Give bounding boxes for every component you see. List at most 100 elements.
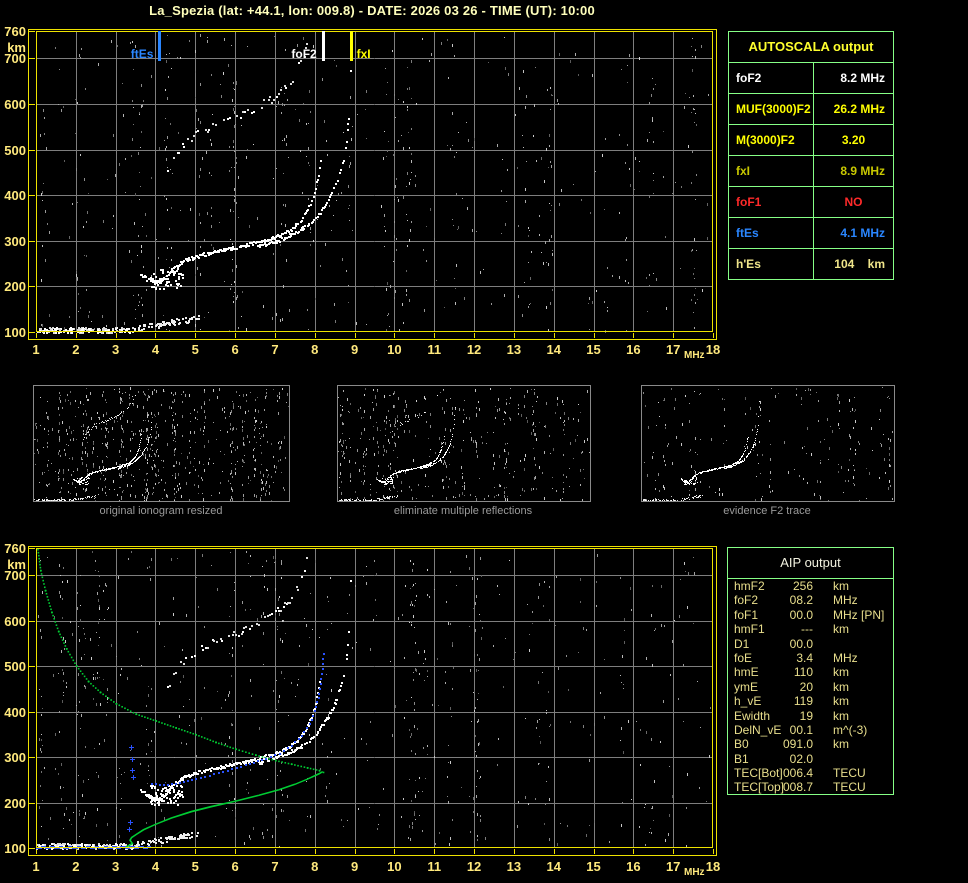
x-tick-label: 11 [427,859,442,874]
aip-row: foE 3.4 MHz [728,651,893,665]
x-tick-label: 8 [311,859,319,874]
aip-v: 00.1 [789,722,813,737]
aip-row: hmE 110 km [728,665,893,679]
aip-row: hmF1 --- km [728,622,893,636]
y-tick-label: 600 [4,613,26,629]
aip-u: km [833,737,849,752]
x-tick-label: 16 [626,859,641,874]
autoscala-param-value: 8.2 MHz [840,71,885,85]
autoscala-param-label: M(3000)F2 [729,125,814,155]
top-ionogram-canvas [28,27,718,345]
aip-v: 3.4 [796,650,813,665]
x-tick-label: 9 [350,342,359,357]
aip-v: 19 [799,708,813,723]
x-tick-label: 1 [32,859,40,874]
aip-v: --- [801,622,813,637]
aip-l: ymE [734,679,758,694]
x-tick-label: 2 [72,342,80,357]
aip-l: B1 [734,751,749,766]
x-tick-label: 10 [387,859,402,874]
x-tick-label: 14 [546,342,561,357]
aip-u: km [833,694,849,709]
aip-v: 119 [793,694,813,709]
autoscala-window: La_Spezia (lat: +44.1, lon: 009.8) - DAT… [0,0,968,883]
aip-u: km [833,708,849,723]
aip-l: hmE [734,665,759,680]
aip-row: h_vE 119 km [728,694,893,708]
autoscala-param-value: 104 km [834,257,885,271]
y-tick-label: 200 [4,795,26,811]
thumbnail-original-ionogram [33,385,290,502]
x-tick-label: 10 [387,342,402,357]
x-tick-label: 18 [705,342,721,357]
y-tick-label: 600 [4,96,26,112]
autoscala-row: fxI 8.9 MHz [729,155,893,186]
x-tick-label: 2 [72,859,80,874]
x-tick-label: 5 [191,859,199,874]
aip-row: ymE 20 km [728,680,893,694]
x-tick-label: 17 [665,859,681,874]
aip-u: MHz [833,607,858,622]
aip-row: foF1 00.0 MHz [PN] [728,608,893,622]
autoscala-param-label: foF2 [729,63,814,93]
autoscala-table-title: AUTOSCALA output [748,39,874,54]
x-axis-unit-label: MHz [684,350,705,361]
x-tick-label: 3 [112,342,120,357]
x-tick-label: 13 [506,342,522,357]
aip-v: 00.0 [789,636,813,651]
x-tick-label: 11 [427,342,442,357]
x-tick-label: 6 [231,342,239,357]
x-tick-label: 18 [705,859,721,874]
x-tick-label: 15 [586,859,601,874]
autoscala-param-value: 4.1 MHz [840,226,885,240]
thumbnail-canvas [642,386,894,501]
thumbnail-caption: eliminate multiple reflections [393,505,533,517]
autoscala-row: foF1 NO [729,186,893,217]
autoscala-row: h'Es 104 km [729,248,893,279]
aip-l: hmF1 [734,622,765,637]
x-tick-label: 16 [626,342,641,357]
aip-n: [PN] [861,607,885,622]
thumbnail-caption: original ionogram resized [99,505,223,517]
aip-table-title: AIP output [728,548,893,579]
aip-u: km [833,665,849,680]
aip-row: B0 091.0 km [728,737,893,751]
autoscala-table: AUTOSCALA output foF2 8.2 MHz MUF(3000)F2 2… [728,31,894,280]
aip-l: h_vE [734,694,762,709]
aip-row: TEC[Top] 008.7 TECU [728,780,893,794]
thumbnail-caption: evidence F2 trace [723,505,811,517]
autoscala-param-label: foF1 [729,187,814,217]
autoscala-row: foF2 8.2 MHz [729,62,893,93]
thumbnail-eliminate-reflections [337,385,591,502]
marker-label-fof2: foF2 [291,47,317,61]
aip-u: TECU [833,766,866,781]
y-tick-label: 300 [4,750,26,766]
thumbnail-evidence-f2 [641,385,895,502]
x-tick-label: 14 [546,859,561,874]
aip-v: 02.0 [789,751,813,766]
aip-row: Ewidth 19 km [728,709,893,723]
autoscala-param-value: 8.9 MHz [840,164,885,178]
aip-l: B0 [734,737,749,752]
y-tick-label: 100 [4,325,26,340]
aip-v: 091.0 [782,737,813,752]
y-axis-unit-label: km [7,557,26,572]
aip-v: 256 [792,579,813,593]
aip-l: D1 [734,636,750,651]
y-tick-label: 400 [4,704,26,720]
x-tick-label: 15 [586,342,601,357]
aip-v: 110 [793,665,813,680]
station-title: La_Spezia (lat: +44.1, lon: 009.8) - DAT… [149,3,595,18]
aip-row: DelN_vE 00.1 m^(-3) [728,723,893,737]
aip-u: m^(-3) [833,722,868,737]
aip-l: foE [734,650,753,665]
autoscala-param-value: 26.2 MHz [833,102,885,116]
x-axis-unit-label: MHz [684,867,705,878]
x-tick-label: 9 [350,859,359,874]
y-tick-label: 200 [4,279,26,295]
aip-l: foF2 [734,593,759,608]
x-tick-label: 7 [271,342,279,357]
x-tick-label: 13 [506,859,522,874]
aip-u: TECU [833,780,866,795]
y-tick-label: 400 [4,188,26,204]
